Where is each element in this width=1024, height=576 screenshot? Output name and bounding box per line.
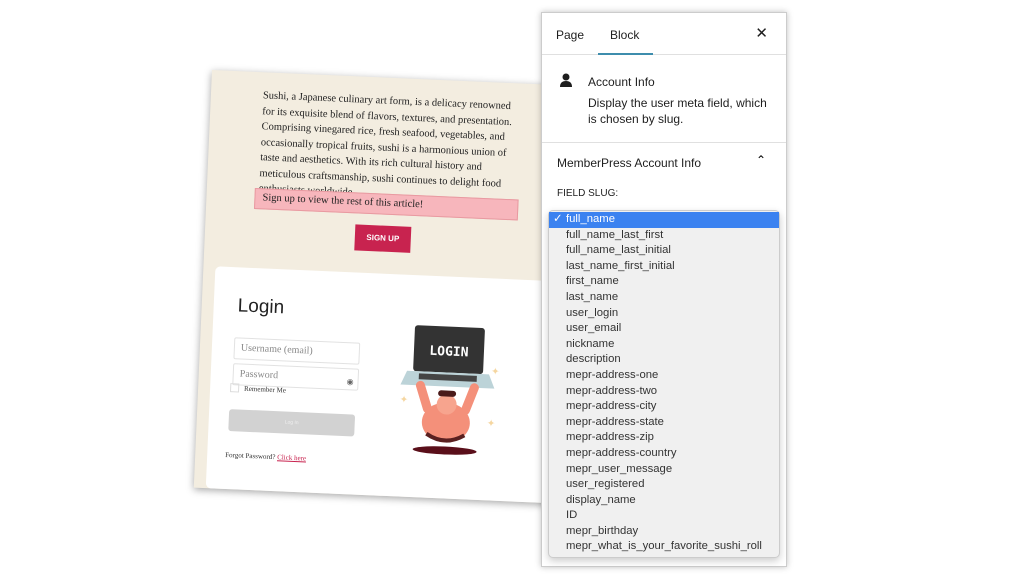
password-placeholder: Password (239, 368, 279, 382)
sumo-laptop-illustration: LOGIN ✦ ✦ ✦ (400, 325, 500, 455)
dropdown-option[interactable]: full_name_last_initial (549, 243, 779, 259)
remember-checkbox[interactable] (229, 383, 240, 393)
user-icon (560, 73, 572, 87)
login-title: Login (237, 295, 285, 319)
field-slug-dropdown[interactable]: ✓ full_name full_name_last_first full_name_… (548, 210, 780, 558)
forgot-password: Forgot Password? Click here (225, 451, 306, 463)
dropdown-option[interactable]: ID (549, 508, 779, 524)
option-label: nickname (566, 337, 615, 350)
dropdown-option[interactable]: mepr_birthday (549, 524, 779, 540)
option-label: ID (566, 509, 578, 522)
dropdown-option[interactable]: mepr-address-city (549, 399, 779, 415)
svg-text:✦: ✦ (487, 418, 496, 429)
option-label: last_name (566, 290, 619, 303)
svg-text:✦: ✦ (491, 366, 500, 377)
checkmark-icon: ✓ (553, 213, 563, 225)
option-label: full_name_last_initial (566, 244, 671, 257)
field-slug-label: FIELD SLUG: (557, 188, 619, 199)
dropdown-option[interactable]: mepr-address-one (549, 368, 779, 384)
dropdown-option[interactable]: first_name (549, 274, 779, 290)
article-preview-card: Sushi, a Japanese culinary art form, is … (193, 70, 582, 504)
dropdown-option[interactable]: nickname (549, 337, 779, 353)
dropdown-option[interactable]: mepr-address-two (549, 384, 779, 400)
dropdown-option[interactable]: display_name (549, 493, 779, 509)
dropdown-option[interactable]: mepr-address-country (549, 446, 779, 462)
block-title: Account Info (588, 75, 655, 89)
option-label: mepr_birthday (566, 524, 639, 537)
remember-label: Remember Me (243, 384, 287, 395)
dropdown-option[interactable]: last_name_first_initial (549, 259, 779, 275)
option-label: mepr-address-zip (566, 431, 654, 444)
dropdown-option[interactable]: last_name (549, 290, 779, 306)
username-input[interactable]: Username (email) (233, 337, 361, 365)
panel-tabs: Page Block ✕ (542, 13, 786, 55)
block-settings-panel: Page Block ✕ Account Info Display the us… (541, 12, 787, 567)
dropdown-option[interactable]: ✓ full_name (549, 212, 779, 228)
svg-text:✦: ✦ (400, 395, 409, 406)
sign-up-button[interactable]: SIGN UP (354, 224, 412, 253)
dropdown-option[interactable]: user_email (549, 321, 779, 337)
dropdown-option[interactable]: mepr_user_message (549, 462, 779, 478)
remember-me[interactable]: Remember Me (229, 383, 287, 395)
option-label: user_email (566, 322, 622, 335)
option-label: user_login (566, 306, 619, 319)
dropdown-option[interactable]: mepr_what_is_your_favorite_sushi_roll (549, 539, 779, 555)
dropdown-option[interactable]: user_registered (549, 477, 779, 493)
tab-page[interactable]: Page (556, 28, 584, 42)
option-label: last_name_first_initial (566, 259, 675, 272)
option-label: mepr-address-one (566, 368, 659, 381)
dropdown-option[interactable]: mepr-address-state (549, 415, 779, 431)
option-label: display_name (566, 493, 636, 506)
dropdown-option[interactable]: full_name_last_first (549, 228, 779, 244)
block-info: Account Info Display the user meta field… (542, 55, 786, 143)
option-label: mepr_user_message (566, 462, 673, 475)
option-label: mepr-address-country (566, 446, 677, 459)
block-description: Display the user meta field, which is ch… (588, 96, 767, 126)
close-icon[interactable]: ✕ (755, 24, 768, 42)
option-label: description (566, 353, 621, 366)
eye-icon[interactable]: ◉ (346, 377, 353, 386)
dropdown-option[interactable]: user_login (549, 306, 779, 322)
option-label: mepr-address-state (566, 415, 664, 428)
option-label: full_name (566, 213, 615, 225)
dropdown-option[interactable]: mepr-address-zip (549, 430, 779, 446)
chevron-up-icon[interactable]: ⌃ (756, 153, 766, 167)
login-form: Login Username (email) Password ◉ Remembe… (205, 266, 556, 503)
option-label: mepr_what_is_your_favorite_sushi_roll (566, 540, 762, 553)
option-label: full_name_last_first (566, 228, 664, 241)
forgot-link[interactable]: Click here (277, 453, 306, 462)
section-title[interactable]: MemberPress Account Info (557, 156, 701, 170)
option-label: user_registered (566, 478, 645, 491)
log-in-button[interactable]: Log In (228, 409, 356, 437)
tab-block[interactable]: Block (598, 28, 654, 55)
option-label: mepr-address-city (566, 400, 657, 413)
forgot-text: Forgot Password? (225, 450, 276, 462)
option-label: mepr-address-two (566, 384, 658, 397)
illustration-text: LOGIN (429, 344, 469, 361)
dropdown-option[interactable]: description (549, 352, 779, 368)
option-label: first_name (566, 275, 619, 288)
